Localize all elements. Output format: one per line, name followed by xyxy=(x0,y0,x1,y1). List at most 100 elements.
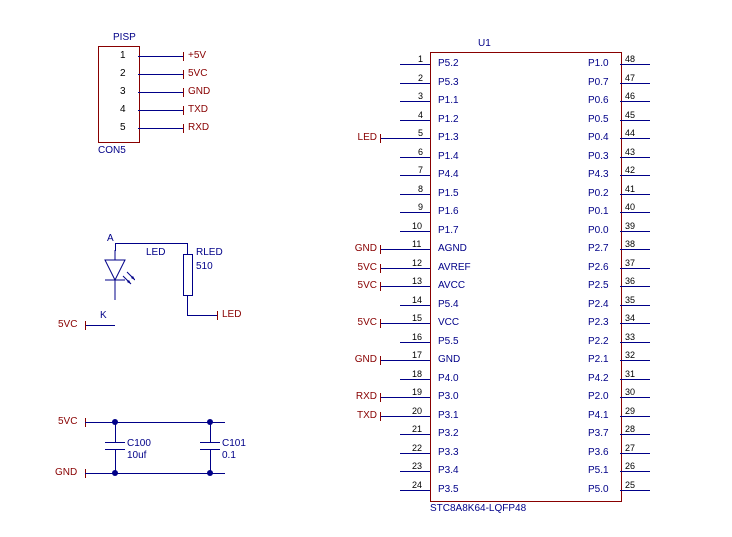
net-marker xyxy=(183,52,184,61)
net-marker xyxy=(183,88,184,97)
pin-wire xyxy=(380,323,430,324)
pin-wire xyxy=(620,212,650,213)
pin-num-right: 38 xyxy=(625,239,635,249)
pin-num-left: 11 xyxy=(412,239,421,249)
net-5vc: 5VC xyxy=(58,319,77,330)
pin-label-left: GND xyxy=(438,354,460,365)
pin-wire xyxy=(620,157,650,158)
pin-num-right: 36 xyxy=(625,276,635,286)
pin-wire xyxy=(400,212,430,213)
cap-plate xyxy=(105,442,125,443)
net-marker xyxy=(380,393,381,402)
pin-num-left: 16 xyxy=(412,332,422,342)
pin-label-left: P1.4 xyxy=(438,151,459,162)
pin-wire xyxy=(620,175,650,176)
connector-title: PISP xyxy=(113,32,136,43)
pin-num-left: 6 xyxy=(418,147,423,157)
wire xyxy=(115,422,116,442)
pin-label-left: P1.2 xyxy=(438,114,459,125)
pin-num-left: 9 xyxy=(418,202,423,212)
pin-label-right: P0.2 xyxy=(588,188,609,199)
pin-label-left: P3.5 xyxy=(438,484,459,495)
pin-label-right: P2.1 xyxy=(588,354,609,365)
pin-wire xyxy=(380,138,430,139)
pin-wire xyxy=(620,305,650,306)
pin-label-right: P2.2 xyxy=(588,336,609,347)
wire xyxy=(85,325,115,326)
pin-num-right: 30 xyxy=(625,387,635,397)
chip-ref: U1 xyxy=(478,38,491,49)
wire xyxy=(138,56,183,57)
pin-wire xyxy=(400,434,430,435)
pin-num-left: 5 xyxy=(418,128,423,138)
pin-num-left: 24 xyxy=(412,480,422,490)
net-label: 5VC xyxy=(358,262,377,273)
net-label: 5VC xyxy=(358,317,377,328)
pin-label-right: P2.5 xyxy=(588,280,609,291)
pin-num-left: 13 xyxy=(412,276,422,286)
net-rxd: RXD xyxy=(188,122,209,133)
chip-part: STC8A8K64-LQFP48 xyxy=(430,503,526,514)
pin-wire xyxy=(620,397,650,398)
pin-wire xyxy=(380,360,430,361)
net-5v: +5V xyxy=(188,50,206,61)
pin-wire xyxy=(620,138,650,139)
net-led: LED xyxy=(222,309,241,320)
pin-label-right: P2.0 xyxy=(588,391,609,402)
pin-wire xyxy=(400,379,430,380)
pin-wire xyxy=(400,120,430,121)
net-label: 5VC xyxy=(358,280,377,291)
conn-pin-4: 4 xyxy=(120,104,126,115)
pin-num-left: 22 xyxy=(412,443,422,453)
pin-label-right: P0.4 xyxy=(588,132,609,143)
net-txd: TXD xyxy=(188,104,208,115)
pin-wire xyxy=(620,416,650,417)
pin-num-right: 28 xyxy=(625,424,635,434)
pin-wire xyxy=(620,120,650,121)
pin-wire xyxy=(400,231,430,232)
pin-num-left: 21 xyxy=(412,424,422,434)
junction xyxy=(112,470,118,476)
pin-wire xyxy=(620,194,650,195)
pin-num-left: 4 xyxy=(418,110,423,120)
net-marker xyxy=(380,134,381,143)
net-marker xyxy=(183,124,184,133)
pin-num-right: 42 xyxy=(625,165,635,175)
pin-num-left: 15 xyxy=(412,313,422,323)
connector-body xyxy=(98,46,140,143)
wire xyxy=(210,422,211,442)
pin-num-right: 29 xyxy=(625,406,635,416)
c100-ref: C100 xyxy=(127,438,151,449)
net-marker xyxy=(380,319,381,328)
pin-num-right: 34 xyxy=(625,313,635,323)
pin-num-left: 23 xyxy=(412,461,422,471)
net-label: TXD xyxy=(357,410,377,421)
pin-wire xyxy=(400,64,430,65)
pin-num-right: 39 xyxy=(625,221,635,231)
pin-num-left: 8 xyxy=(418,184,423,194)
pin-wire xyxy=(620,286,650,287)
pin-wire xyxy=(400,471,430,472)
connector-footer: CON5 xyxy=(98,145,126,156)
pin-wire xyxy=(620,101,650,102)
pin-wire xyxy=(380,268,430,269)
wire xyxy=(187,295,188,315)
pin-label-left: P1.6 xyxy=(438,206,459,217)
net-label: GND xyxy=(355,243,377,254)
anode-label: A xyxy=(107,233,114,244)
pin-label-left: P5.2 xyxy=(438,58,459,69)
pin-label-right: P0.6 xyxy=(588,95,609,106)
pin-wire xyxy=(620,379,650,380)
res-ref: RLED xyxy=(196,247,223,258)
pin-num-right: 33 xyxy=(625,332,635,342)
pin-wire xyxy=(380,416,430,417)
cathode-label: K xyxy=(100,310,107,321)
net-marker xyxy=(380,412,381,421)
pin-num-right: 27 xyxy=(625,443,635,453)
pin-label-right: P4.3 xyxy=(588,169,609,180)
pin-num-right: 44 xyxy=(625,128,635,138)
pin-num-right: 43 xyxy=(625,147,635,157)
conn-pin-2: 2 xyxy=(120,68,126,79)
pin-label-left: P5.4 xyxy=(438,299,459,310)
pin-num-left: 3 xyxy=(418,91,423,101)
